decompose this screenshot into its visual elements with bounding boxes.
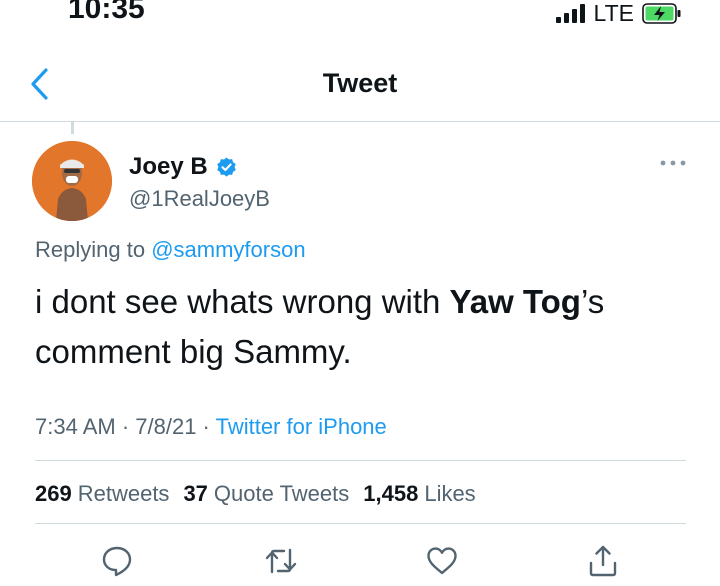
page-title: Tweet (322, 68, 398, 98)
replying-prefix: Replying to (35, 237, 152, 262)
battery-charging-icon (642, 2, 681, 24)
network-label: LTE (593, 0, 634, 26)
tweet-timestamp: 7:34 AM · 7/8/21 · (35, 414, 216, 439)
verified-badge-icon (217, 156, 236, 177)
reply-icon[interactable] (100, 544, 134, 578)
status-indicators: LTE (555, 0, 682, 26)
retweets-label: Retweets (77, 481, 170, 506)
likes-stat[interactable]: 1,458 Likes (363, 481, 475, 507)
tweet-text: i dont see whats wrong with Yaw Tog’s co… (35, 277, 675, 377)
stats-divider (35, 523, 686, 524)
likes-label: Likes (424, 481, 476, 506)
tweet-text-part1: i dont see whats wrong with (35, 283, 450, 320)
header-divider (0, 121, 720, 122)
replying-mention-link[interactable]: @sammyforson (151, 237, 305, 262)
share-icon[interactable] (586, 544, 620, 578)
signal-icon (555, 3, 585, 23)
quote-tweets-count: 37 (183, 481, 208, 506)
avatar[interactable] (32, 141, 112, 221)
retweet-icon[interactable] (264, 544, 298, 578)
retweets-count: 269 (35, 481, 72, 506)
status-time: 10:35 (68, 0, 145, 25)
thread-connector-line (71, 122, 74, 134)
engagement-stats: 269 Retweets 37 Quote Tweets 1,458 Likes (35, 481, 476, 507)
author-name[interactable]: Joey B (129, 153, 238, 181)
likes-count: 1,458 (363, 481, 419, 506)
tweet-detail-screen: 10:35 LTE Tweet Joey B @1RealJoeyB Reply… (0, 0, 720, 586)
author-handle[interactable]: @1RealJoeyB (129, 186, 270, 212)
more-horizontal-icon[interactable] (658, 156, 688, 170)
tweet-text-bold: Yaw Tog (449, 283, 581, 320)
tweet-source-link[interactable]: Twitter for iPhone (216, 414, 387, 439)
retweets-stat[interactable]: 269 Retweets (35, 481, 169, 507)
meta-divider (35, 460, 686, 461)
tweet-meta: 7:34 AM · 7/8/21 · Twitter for iPhone (35, 414, 387, 440)
heart-icon[interactable] (425, 544, 459, 578)
author-name-text: Joey B (129, 153, 208, 180)
avatar-picture-icon (32, 141, 112, 221)
quote-tweets-label: Quote Tweets (213, 481, 350, 506)
quote-tweets-stat[interactable]: 37 Quote Tweets (183, 481, 349, 507)
replying-to: Replying to @sammyforson (35, 237, 306, 263)
